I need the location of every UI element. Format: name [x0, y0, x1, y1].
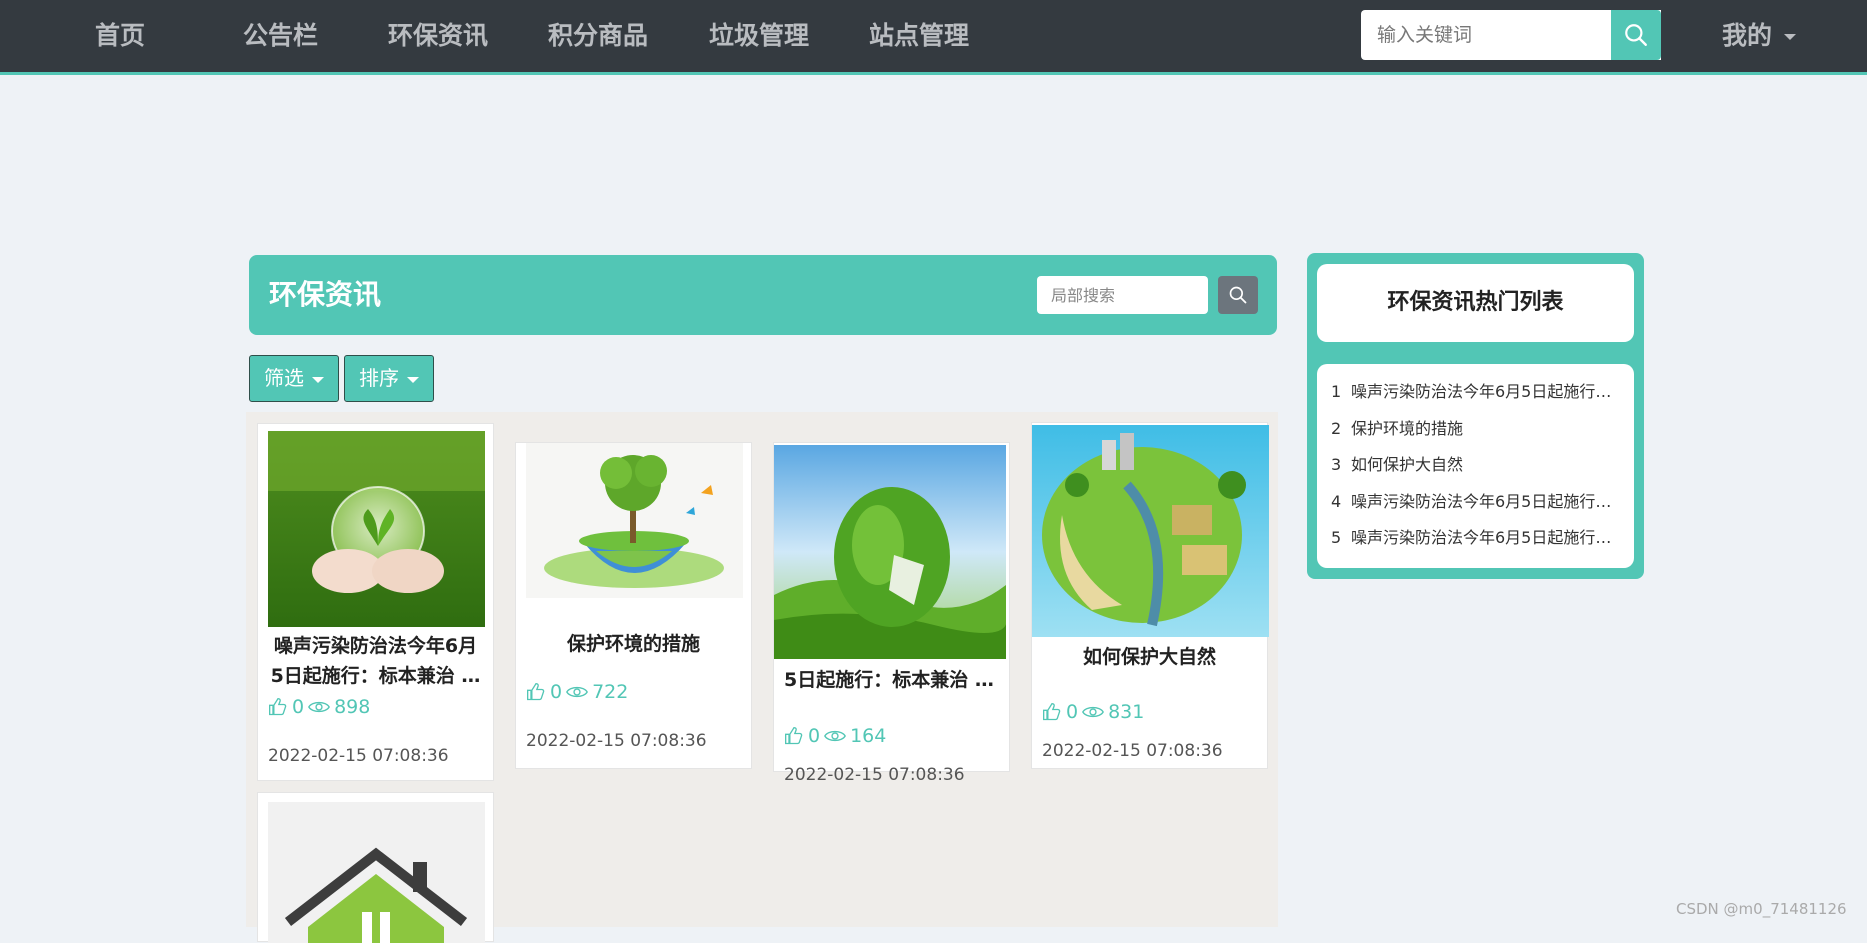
thumbs-up-icon[interactable]: [268, 697, 288, 717]
watermark: CSDN @m0_71481126: [1676, 900, 1847, 918]
like-count: 0: [808, 725, 821, 747]
thumbs-up-icon[interactable]: [784, 726, 804, 746]
nav-site-management[interactable]: 站点管理: [869, 0, 969, 72]
card-title-line: 5日起施行：标本兼治 …: [270, 665, 481, 687]
mine-label: 我的: [1722, 21, 1773, 50]
chevron-down-icon: [1784, 34, 1797, 40]
hot-list-item[interactable]: 4 噪声污染防治法今年6月5日起施行：标本兼治: [1317, 484, 1634, 521]
search-button[interactable]: [1611, 10, 1661, 60]
news-card[interactable]: [257, 792, 494, 943]
hot-list-panel: 环保资讯热门列表 1 噪声污染防治法今年6月5日起施行：标本兼治 2 保护环境的措施…: [1307, 253, 1644, 579]
sort-button[interactable]: 排序: [344, 355, 434, 402]
hot-item-text: 噪声污染防治法今年6月5日起施行：标本兼治: [1351, 491, 1634, 511]
like-count: 0: [292, 696, 305, 718]
card-stats: 0 722: [526, 681, 628, 703]
news-card[interactable]: 5日起施行：标本兼治 … 0 164 2022-02-15 07:08:36: [773, 442, 1010, 785]
view-count: 722: [592, 681, 629, 703]
mine-dropdown[interactable]: 我的: [1722, 0, 1797, 72]
page-title: 环保资讯: [269, 278, 382, 311]
card-image-green-globe: [774, 445, 1006, 659]
eye-icon: [566, 686, 589, 698]
eye-icon: [824, 730, 847, 742]
hot-list-title: 环保资讯热门列表: [1317, 264, 1634, 342]
hot-list-item[interactable]: 1 噪声污染防治法今年6月5日起施行：标本兼治: [1317, 374, 1634, 411]
card-image-green-house: [268, 802, 485, 943]
hot-item-number: 1: [1331, 382, 1342, 401]
local-search-input[interactable]: [1037, 276, 1208, 314]
view-count: 898: [334, 696, 371, 718]
hot-item-text: 噪声污染防治法今年6月5日起施行：标本兼治: [1351, 382, 1634, 401]
card-image-earth-tree: [526, 443, 743, 598]
hot-item-number: 4: [1331, 491, 1342, 511]
hot-item-text: 如何保护大自然: [1351, 455, 1464, 474]
top-navbar: 首页 公告栏 环保资讯 积分商品 垃圾管理 站点管理 我的: [0, 0, 1867, 75]
news-card[interactable]: 保护环境的措施 0 722 2022-02-15 07:08:36: [515, 442, 752, 769]
chevron-down-icon: [312, 376, 324, 383]
local-search-button[interactable]: [1218, 276, 1258, 314]
view-count: 164: [850, 725, 887, 747]
hot-list-item[interactable]: 2 保护环境的措施: [1317, 411, 1634, 448]
nav-eco-news[interactable]: 环保资讯: [388, 0, 488, 72]
hot-item-text: 噪声污染防治法今年6月5日起施行：标本兼治: [1351, 528, 1634, 547]
thumbs-up-icon[interactable]: [1042, 702, 1062, 722]
card-image-hands-plant: [268, 431, 485, 627]
card-date: 2022-02-15 07:08:36: [268, 746, 449, 766]
card-stats: 0 831: [1042, 701, 1144, 723]
card-stats: 0 898: [268, 696, 370, 718]
hot-list-item[interactable]: 5 噪声污染防治法今年6月5日起施行：标本兼治: [1317, 520, 1634, 557]
card-title-line: 噪声污染防治法今年6月: [273, 635, 478, 657]
card-title-line: 如何保护大自然: [1082, 646, 1216, 668]
nav-home[interactable]: 首页: [95, 0, 145, 72]
news-card[interactable]: 如何保护大自然 0 831 2022-02-15 07:08:36: [1031, 422, 1269, 769]
card-date: 2022-02-15 07:08:36: [526, 731, 707, 751]
view-count: 831: [1108, 701, 1145, 723]
nav-points-goods[interactable]: 积分商品: [548, 0, 648, 72]
eye-icon: [308, 701, 331, 713]
hot-item-number: 2: [1331, 418, 1342, 438]
filter-button[interactable]: 筛选: [249, 355, 339, 402]
sort-label: 排序: [359, 366, 399, 390]
search-icon: [1229, 286, 1247, 304]
news-card[interactable]: 噪声污染防治法今年6月 5日起施行：标本兼治 … 0 898 2022-02-1…: [257, 423, 494, 781]
hot-item-number: 3: [1331, 455, 1342, 474]
section-header: 环保资讯: [249, 255, 1277, 335]
search-icon: [1625, 24, 1647, 46]
hot-list-item[interactable]: 3 如何保护大自然: [1317, 447, 1634, 484]
chevron-down-icon: [407, 376, 419, 383]
nav-bulletin[interactable]: 公告栏: [243, 0, 318, 72]
card-title-line: 保护环境的措施: [566, 633, 700, 655]
hot-item-number: 5: [1331, 528, 1342, 547]
filter-label: 筛选: [264, 366, 304, 390]
like-count: 0: [1066, 701, 1079, 723]
card-date: 2022-02-15 07:08:36: [784, 765, 965, 785]
news-card-grid: 噪声污染防治法今年6月 5日起施行：标本兼治 … 0 898 2022-02-1…: [246, 412, 1278, 943]
card-stats: 0 164: [784, 725, 886, 747]
eye-icon: [1082, 706, 1105, 718]
thumbs-up-icon[interactable]: [526, 682, 546, 702]
card-date: 2022-02-15 07:08:36: [1042, 741, 1223, 761]
nav-garbage-management[interactable]: 垃圾管理: [709, 0, 809, 72]
card-title-line: 5日起施行：标本兼治 …: [784, 669, 994, 691]
like-count: 0: [550, 681, 563, 703]
hot-list: 1 噪声污染防治法今年6月5日起施行：标本兼治 2 保护环境的措施 3 如何保护大自然…: [1317, 364, 1634, 568]
card-image-island-planet: [1032, 425, 1269, 637]
hot-item-text: 保护环境的措施: [1351, 418, 1464, 438]
